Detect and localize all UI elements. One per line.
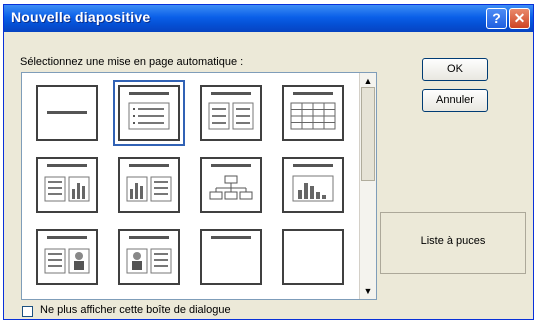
new-slide-dialog: Nouvelle diapositive ? ✕ Sélectionnez un… — [3, 4, 534, 320]
ok-button[interactable]: OK — [422, 58, 488, 81]
dont-show-again-label[interactable]: Ne plus afficher cette boîte de dialogue — [40, 304, 231, 316]
layout-chart-icon — [292, 164, 334, 202]
layout-blank[interactable] — [282, 229, 344, 285]
layout-clip-art-and-text-icon — [126, 236, 172, 274]
layout-text-and-chart-icon — [44, 164, 90, 202]
layout-text-and-chart[interactable] — [36, 157, 98, 213]
close-button[interactable]: ✕ — [509, 8, 530, 29]
layout-prompt-label: Sélectionnez une mise en page automatiqu… — [20, 56, 244, 68]
layout-chart[interactable] — [282, 157, 344, 213]
layout-text-and-clip-art[interactable] — [36, 229, 98, 285]
layout-clip-art-and-text[interactable] — [118, 229, 180, 285]
layout-preview-box: Liste à puces — [380, 212, 526, 274]
dont-show-again-checkbox[interactable] — [22, 306, 33, 317]
layout-title-icon — [47, 111, 87, 114]
layout-name-label: Liste à puces — [420, 235, 486, 247]
vertical-scrollbar[interactable]: ▲ ▼ — [359, 73, 376, 299]
layout-list[interactable]: ▲ ▼ — [21, 72, 377, 300]
help-button[interactable]: ? — [486, 8, 507, 29]
cancel-button[interactable]: Annuler — [422, 89, 488, 112]
layout-two-column-text-icon — [208, 92, 254, 130]
title-bar: Nouvelle diapositive ? ✕ — [4, 5, 533, 32]
layout-table-icon — [290, 92, 336, 130]
scroll-down-arrow-icon[interactable]: ▼ — [362, 284, 374, 298]
layout-text-and-clip-art-icon — [44, 236, 90, 274]
layout-org-chart-icon — [209, 164, 253, 200]
layout-bulleted-list[interactable] — [113, 80, 185, 146]
scroll-thumb[interactable] — [361, 87, 375, 181]
dialog-title: Nouvelle diapositive — [11, 9, 151, 25]
scroll-up-arrow-icon[interactable]: ▲ — [362, 74, 374, 88]
layout-table[interactable] — [282, 85, 344, 141]
layout-bulleted-list-icon — [128, 92, 170, 130]
layout-title-only-icon — [211, 236, 251, 239]
layout-title[interactable] — [36, 85, 98, 141]
layout-org-chart[interactable] — [200, 157, 262, 213]
layout-chart-and-text-icon — [126, 164, 172, 202]
layout-title-only[interactable] — [200, 229, 262, 285]
layout-two-column-text[interactable] — [200, 85, 262, 141]
layout-chart-and-text[interactable] — [118, 157, 180, 213]
